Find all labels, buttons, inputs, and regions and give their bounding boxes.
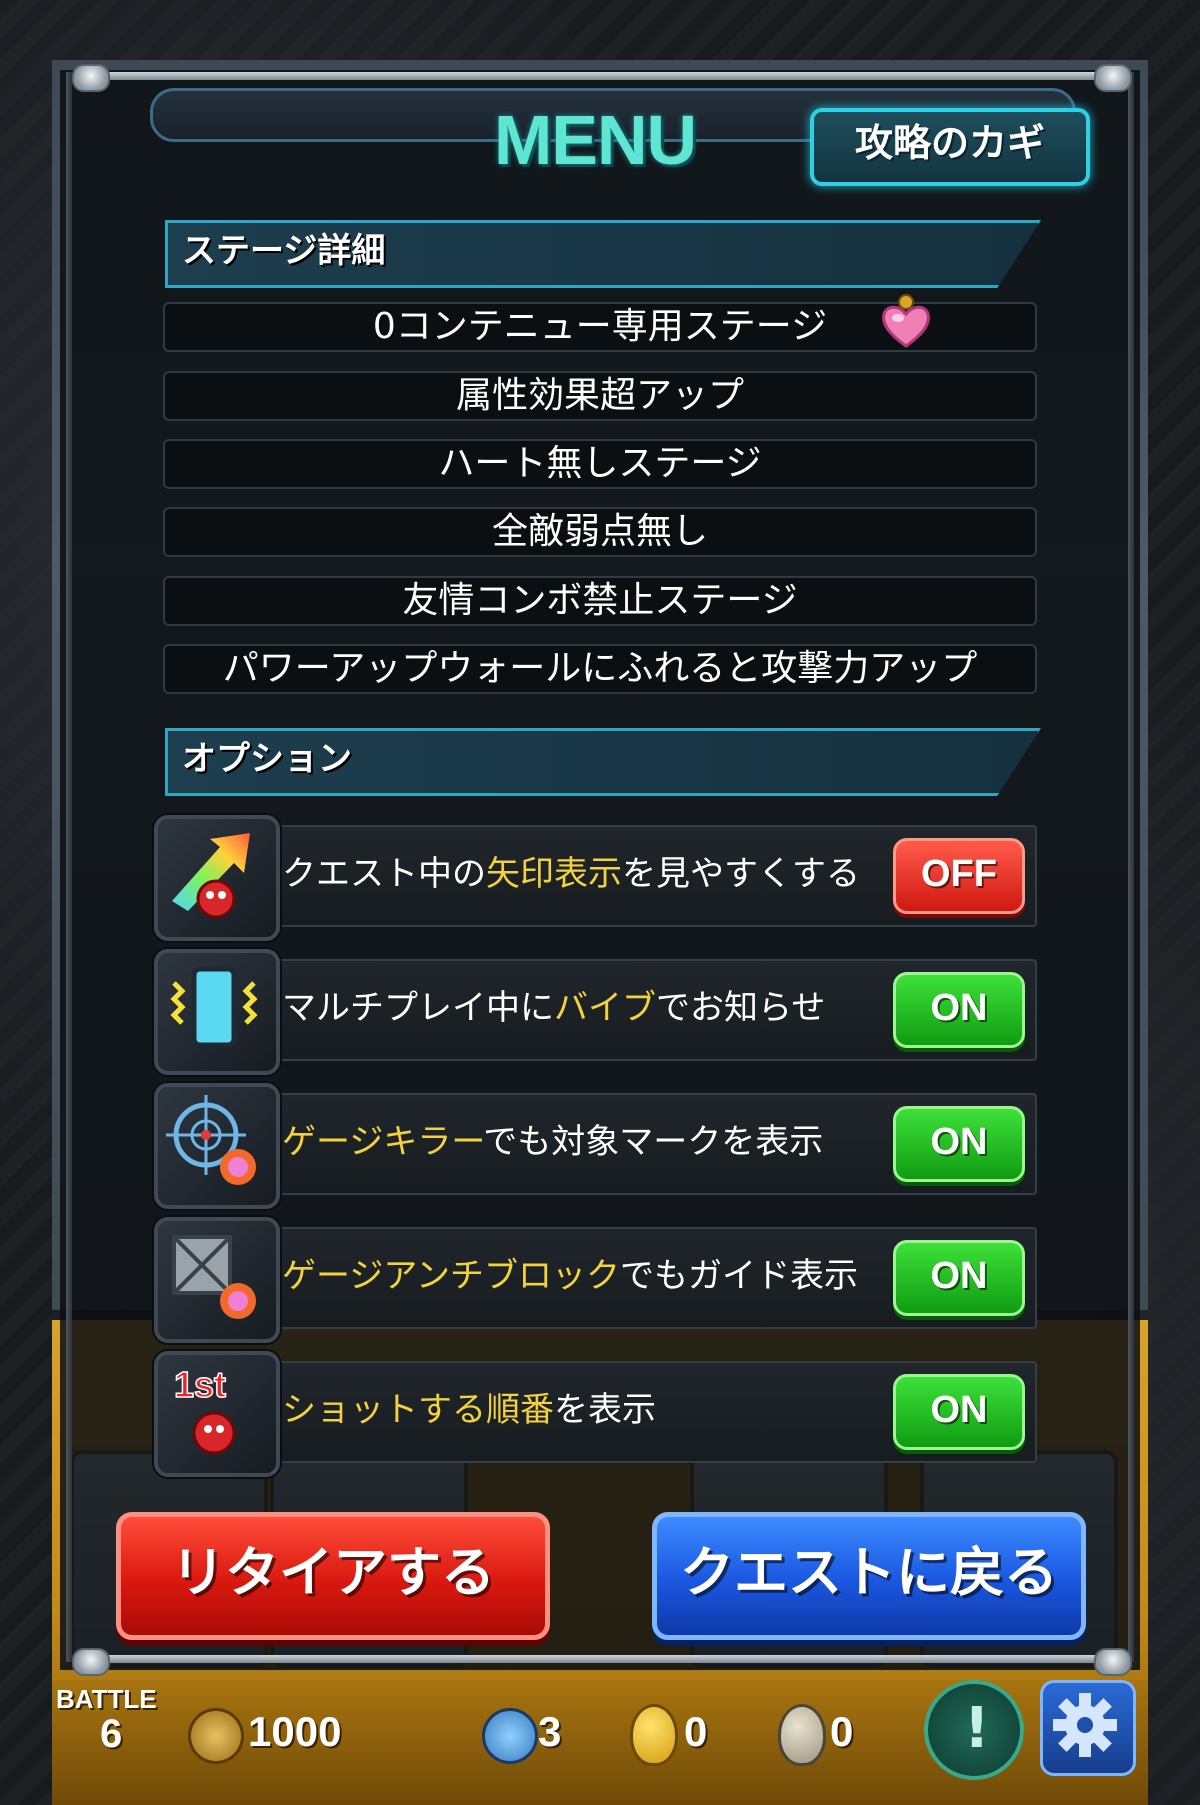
option-text-block-guide: ゲージアンチブロックでもガイド表示 (282, 1256, 858, 1296)
frame-right (1128, 72, 1134, 1662)
bolt-icon (1094, 64, 1132, 92)
arrow-display-icon (154, 815, 280, 941)
stage-details-label: ステージ詳細 (182, 231, 386, 271)
stage-detail-item: 属性効果超アップ (163, 371, 1037, 421)
option-text-arrow-display: クエスト中の矢印表示を見やすくする (282, 854, 860, 894)
stage-detail-item: 全敵弱点無し (163, 507, 1037, 557)
stage-detail-item: ハート無しステージ (163, 439, 1037, 489)
shot-order-icon: 1st (154, 1351, 280, 1477)
battle-label: BATTLE (56, 1684, 157, 1714)
items-b-value: 0 (684, 1708, 708, 1755)
option-text-vibrate: マルチプレイ中にバイブでお知らせ (282, 988, 826, 1028)
strategy-hint-button[interactable]: 攻略のカギ (810, 108, 1090, 186)
frame-bottom (76, 1655, 1124, 1663)
item-bag-icon (482, 1708, 538, 1764)
block-guide-icon (154, 1217, 280, 1343)
vibrate-toggle[interactable]: ON (893, 972, 1025, 1048)
stage-detail-item: 友情コンボ禁止ステージ (163, 576, 1037, 626)
exclamation-icon: ! (964, 1696, 990, 1761)
stage-detail-item: パワーアップウォールにふれると攻撃力アップ (163, 644, 1037, 694)
items-c-value: 0 (830, 1708, 854, 1755)
bolt-icon (72, 64, 110, 92)
heart-icon (882, 294, 930, 348)
items-a-value: 3 (538, 1708, 562, 1755)
alert-button[interactable]: ! (924, 1680, 1024, 1780)
gear-icon (1053, 1693, 1117, 1757)
gold-egg-icon (630, 1704, 678, 1766)
bolt-icon (72, 1648, 110, 1676)
gold-coin-icon (188, 1708, 244, 1764)
page-title: MENU (493, 101, 697, 179)
frame-left (66, 72, 72, 1662)
block-guide-toggle[interactable]: ON (893, 1240, 1025, 1316)
frame-top (76, 72, 1124, 80)
battle-value: 6 (100, 1712, 123, 1756)
retire-button[interactable]: リタイアする (116, 1512, 550, 1640)
option-text-shot-order: ショットする順番を表示 (282, 1390, 656, 1430)
egg-icon (778, 1704, 826, 1766)
arrow-display-toggle[interactable]: OFF (893, 838, 1025, 914)
target-mark-icon (154, 1083, 280, 1209)
gold-value: 1000 (248, 1708, 342, 1755)
shot-order-toggle[interactable]: ON (893, 1374, 1025, 1450)
target-mark-toggle[interactable]: ON (893, 1106, 1025, 1182)
shot-order-badge: 1st (174, 1364, 226, 1405)
option-text-target-mark: ゲージキラーでも対象マークを表示 (282, 1122, 824, 1162)
bolt-icon (1094, 1648, 1132, 1676)
back-to-quest-button[interactable]: クエストに戻る (652, 1512, 1086, 1640)
vibrate-phone-icon (154, 949, 280, 1075)
options-label: オプション (182, 739, 352, 779)
settings-button[interactable] (1040, 1680, 1136, 1776)
